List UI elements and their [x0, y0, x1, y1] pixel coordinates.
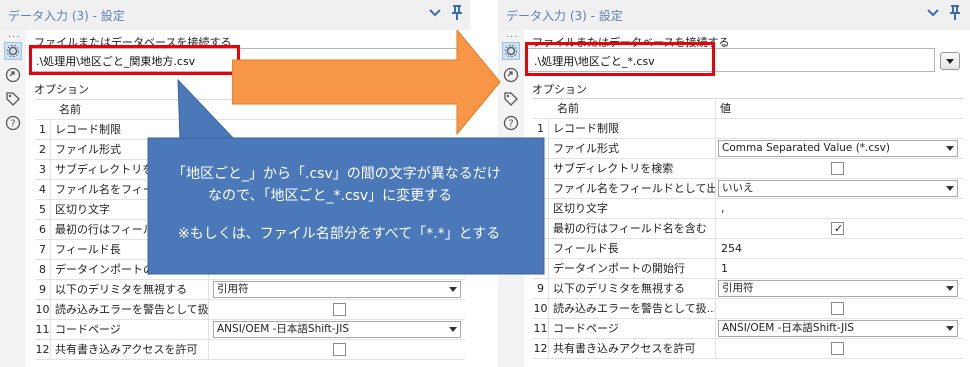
right-panel-title: データ入力 (3) - 設定: [506, 9, 623, 23]
chevron-down-icon: [449, 287, 457, 292]
left-panel-title: データ入力 (3) - 設定: [8, 9, 125, 23]
left-title-bar: データ入力 (3) - 設定: [0, 0, 470, 30]
chevron-down-icon: [946, 286, 954, 291]
codepage-select[interactable]: ANSI/OEM -日本語Shift-JIS: [213, 321, 461, 338]
right-config-panel: データ入力 (3) - 設定 ··· ? ファイルまたはデータベースを接続する …: [498, 0, 970, 367]
row-number: 2: [35, 140, 51, 160]
callout-line-3: ※もしくは、ファイル名部分をすべて「*.*」とする: [178, 226, 501, 242]
table-row: 6最初の行はフィールド名を含む✓: [533, 219, 963, 239]
help-icon[interactable]: ?: [4, 114, 22, 132]
row-name: 共有書き込みアクセスを許可: [549, 339, 716, 359]
row-name: 以下のデリミタを無視する: [51, 280, 209, 300]
chevron-down-icon: [946, 146, 954, 151]
right-file-highlight: [525, 42, 715, 76]
table-row: 9 以下のデリミタを無視する 引用符: [35, 280, 465, 300]
callout-line-1: 「地区ごと_」から「.csv」の間の文字が異なるだけ: [172, 166, 501, 182]
right-title-bar: データ入力 (3) - 設定: [498, 0, 970, 30]
left-options-label: オプション: [34, 83, 89, 96]
file-format-select[interactable]: Comma Separated Value (*.csv): [718, 140, 958, 157]
row-number: 5: [35, 200, 51, 220]
row-name: 読み込みエラーを警告として扱...: [51, 300, 209, 320]
codepage-select[interactable]: ANSI/OEM -日本語Shift-JIS: [718, 320, 958, 337]
row-value[interactable]: ,: [718, 199, 725, 219]
pin-icon[interactable]: [948, 5, 962, 21]
table-row: 1 レコード制限: [533, 119, 963, 139]
table-row: 11 コードページ ANSI/OEM -日本語Shift-JIS: [533, 319, 963, 339]
row-number: 9: [35, 280, 51, 300]
shared-write-checkbox[interactable]: [831, 342, 844, 355]
tag-icon[interactable]: [4, 90, 22, 108]
row-number: 11: [533, 319, 549, 339]
left-icon-bar: ··· ?: [0, 30, 26, 367]
chevron-down-icon: [946, 326, 954, 331]
filename-output-select[interactable]: いいえ: [718, 180, 958, 197]
check-icon: ✓: [834, 222, 844, 235]
row-value[interactable]: 1: [718, 259, 728, 279]
row-name: サブディレクトリを検索: [549, 159, 716, 179]
chevron-down-icon: [946, 59, 954, 64]
read-error-checkbox[interactable]: [333, 303, 346, 316]
delimiter-select[interactable]: 引用符: [718, 280, 958, 297]
table-row: 9 以下のデリミタを無視する 引用符: [533, 279, 963, 299]
gear-icon[interactable]: [502, 42, 520, 60]
table-row: 2ファイル形式Comma Separated Value (*.csv): [533, 139, 963, 159]
chevron-down-icon: [946, 186, 954, 191]
row-name: データインポートの開始行: [549, 259, 716, 279]
chevron-down-icon[interactable]: [926, 6, 940, 20]
row-number: 1: [35, 120, 51, 140]
right-options-grid: 名前 値 1レコード制限2ファイル形式Comma Separated Value…: [533, 98, 963, 360]
table-row: 4ファイル名をフィールドとして出力いいえ: [533, 179, 963, 199]
subdir-checkbox[interactable]: [831, 162, 844, 175]
row-number: 10: [35, 300, 51, 320]
right-header-name: 名前: [549, 99, 716, 119]
right-header-value: 値: [720, 102, 731, 115]
row-name: コードページ: [51, 320, 209, 340]
row-number: 12: [35, 340, 51, 360]
row-value[interactable]: [718, 119, 721, 139]
first-row-names-checkbox[interactable]: ✓: [831, 222, 844, 235]
svg-text:?: ?: [10, 119, 15, 130]
right-grid-header: 名前 値: [533, 99, 963, 119]
row-number: 12: [533, 339, 549, 359]
row-number: 10: [533, 299, 549, 319]
callout-line-2: なので、「地区ごと_*.csv」に変更する: [208, 188, 453, 204]
row-number: 7: [35, 240, 51, 260]
row-name: レコード制限: [549, 119, 716, 139]
row-number: 4: [35, 180, 51, 200]
row-name: コードページ: [549, 319, 716, 339]
row-name: 最初の行はフィールド名を含む: [549, 219, 716, 239]
row-number: 8: [35, 260, 51, 280]
table-row: 10 読み込みエラーを警告として扱...: [35, 300, 465, 320]
file-dropdown-button[interactable]: [940, 52, 960, 70]
row-number: 9: [533, 279, 549, 299]
table-row: 7フィールド長254: [533, 239, 963, 259]
chevron-down-icon[interactable]: [428, 6, 442, 20]
delimiter-select[interactable]: 引用符: [213, 281, 461, 298]
table-row: 5区切り文字,: [533, 199, 963, 219]
table-row: 12 共有書き込みアクセスを許可: [533, 339, 963, 359]
row-name: フィールド長: [549, 239, 716, 259]
row-number: 11: [35, 320, 51, 340]
row-name: 区切り文字: [549, 199, 716, 219]
table-row: 10 読み込みエラーを警告として扱...: [533, 299, 963, 319]
shared-write-checkbox[interactable]: [333, 343, 346, 356]
row-name: ファイル形式: [549, 139, 716, 159]
table-row: 11 コードページ ANSI/OEM -日本語Shift-JIS: [35, 320, 465, 340]
table-row: 8データインポートの開始行1: [533, 259, 963, 279]
table-row: 12 共有書き込みアクセスを許可: [35, 340, 465, 360]
row-value[interactable]: 254: [718, 239, 742, 259]
row-number: 6: [35, 220, 51, 240]
chevron-down-icon: [449, 327, 457, 332]
row-number: 3: [35, 160, 51, 180]
row-name: 以下のデリミタを無視する: [549, 279, 716, 299]
gear-icon[interactable]: [4, 42, 22, 60]
read-error-checkbox[interactable]: [831, 302, 844, 315]
row-name: 共有書き込みアクセスを許可: [51, 340, 209, 360]
row-name: ファイル名をフィールドとして出力: [549, 179, 716, 199]
row-name: 読み込みエラーを警告として扱...: [549, 299, 716, 319]
arrow-icon[interactable]: [4, 66, 22, 84]
pin-icon[interactable]: [450, 5, 464, 21]
table-row: 3サブディレクトリを検索: [533, 159, 963, 179]
